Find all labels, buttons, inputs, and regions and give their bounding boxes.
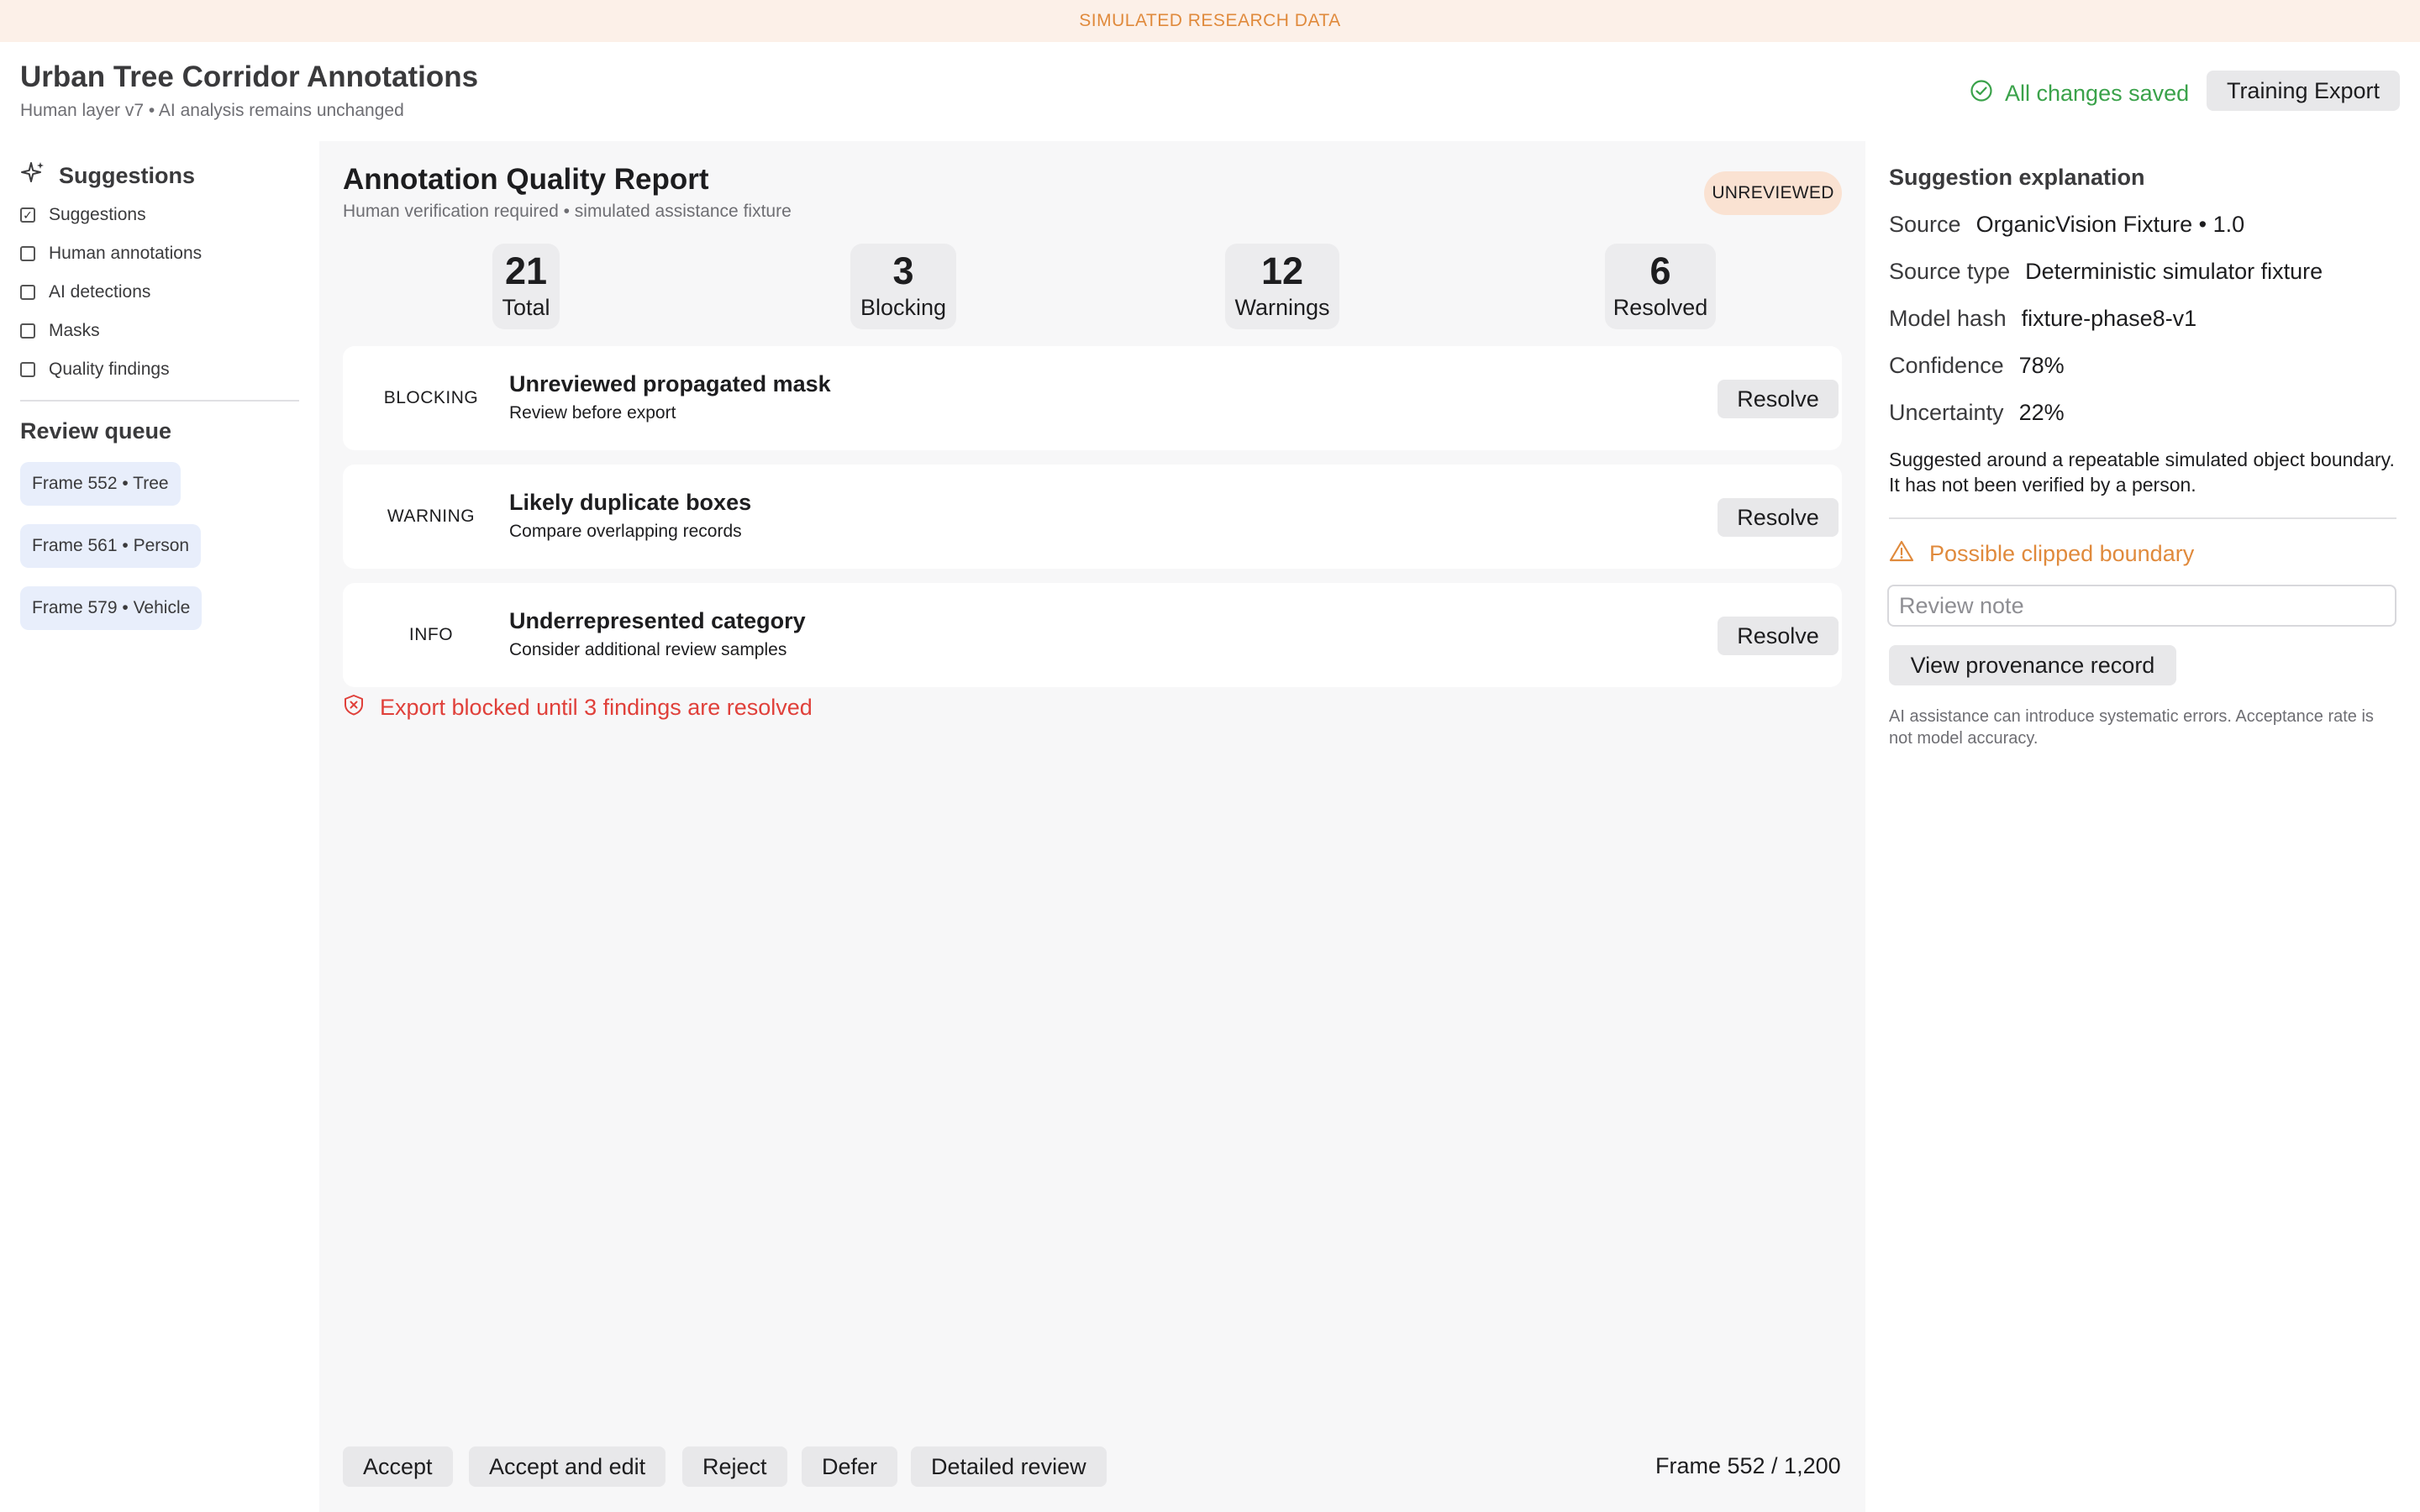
queue-item-frame-561[interactable]: Frame 561 • Person [20,524,202,568]
finding-detail: Review before export [509,403,676,423]
panel-divider [1889,517,2396,519]
layer-label: Masks [49,321,100,340]
stat-value: 12 [1260,249,1304,292]
meta-key: Model hash [1889,306,2007,331]
finding-detail: Compare overlapping records [509,522,742,541]
export-blocked-message: Export blocked until 3 findings are reso… [343,694,813,722]
stat-resolved: 6 Resolved [1605,244,1716,329]
checkbox-icon[interactable] [20,285,35,300]
layer-label: Human annotations [49,244,203,263]
accept-button[interactable]: Accept [343,1446,453,1487]
report-subtitle: Human verification required • simulated … [343,202,792,221]
warning-triangle-icon [1889,539,1914,569]
queue-item-frame-552[interactable]: Frame 552 • Tree [20,462,181,506]
layer-toggle-masks[interactable]: Masks [20,321,100,341]
stat-label: Blocking [860,295,947,320]
report-title: Annotation Quality Report [343,163,709,196]
meta-key: Uncertainty [1889,400,2004,425]
finding-card: WARNING Likely duplicate boxes Compare o… [343,465,1842,569]
layer-label: Quality findings [49,360,170,379]
layer-toggle-ai-detections[interactable]: AI detections [20,282,150,302]
app-title: Urban Tree Corridor Annotations [20,60,479,93]
stat-label: Resolved [1612,295,1708,320]
meta-row-source-type: Source type Deterministic simulator fixt… [1889,259,2323,285]
finding-title: Unreviewed propagated mask [509,371,831,396]
accept-and-edit-button[interactable]: Accept and edit [469,1446,666,1487]
layer-toggle-quality-findings[interactable]: Quality findings [20,360,170,380]
finding-title: Underrepresented category [509,608,806,633]
status-badge: UNREVIEWED [1704,171,1842,215]
export-blocked-text: Export blocked until 3 findings are reso… [380,695,813,720]
meta-row-confidence: Confidence 78% [1889,353,2065,379]
checkbox-icon[interactable] [20,323,35,339]
stat-value: 6 [1649,249,1671,292]
severity-label: INFO [408,625,454,644]
sidebar-title: Suggestions [20,160,195,192]
suggestion-explanation-panel: Suggestion explanation Source OrganicVis… [1865,141,2420,1512]
resolve-button[interactable]: Resolve [1718,617,1839,655]
defer-button[interactable]: Defer [802,1446,898,1487]
shield-x-icon [343,694,365,722]
meta-value: 78% [2018,353,2065,378]
finding-detail: Consider additional review samples [509,640,787,659]
meta-value: OrganicVision Fixture • 1.0 [1975,212,2245,237]
simulated-data-banner: SIMULATED RESEARCH DATA [0,0,2420,42]
checkbox-icon[interactable] [20,362,35,377]
app-header: Urban Tree Corridor Annotations Human la… [0,42,2420,141]
layer-toggle-suggestions[interactable]: ✓ Suggestions [20,205,146,225]
stat-blocking: 3 Blocking [850,244,956,329]
meta-key: Source type [1889,259,2011,284]
meta-row-source: Source OrganicVision Fixture • 1.0 [1889,212,2244,238]
stat-label: Warnings [1234,295,1330,320]
stat-total: 21 Total [492,244,560,329]
warning-text: Possible clipped boundary [1929,541,2195,566]
frame-counter: Frame 552 / 1,200 [1655,1453,1841,1478]
layers-sidebar: Suggestions ✓ Suggestions Human annotati… [0,141,319,1512]
meta-row-model-hash: Model hash fixture-phase8-v1 [1889,306,2196,332]
meta-value: fixture-phase8-v1 [2021,306,2197,331]
finding-card: INFO Underrepresented category Consider … [343,583,1842,687]
meta-value: 22% [2018,400,2065,425]
meta-key: Confidence [1889,353,2004,378]
app-subtitle: Human layer v7 • AI analysis remains unc… [20,101,404,120]
sidebar-title-text: Suggestions [59,163,196,188]
finding-card: BLOCKING Unreviewed propagated mask Revi… [343,346,1842,450]
stat-warnings: 12 Warnings [1225,244,1339,329]
review-note-input[interactable] [1887,585,2396,627]
training-export-button[interactable]: Training Export [2207,71,2400,111]
reject-button[interactable]: Reject [682,1446,787,1487]
save-status: All changes saved [1970,79,2189,108]
save-status-text: All changes saved [2005,81,2190,106]
severity-label: WARNING [387,507,476,526]
meta-row-uncertainty: Uncertainty 22% [1889,400,2065,426]
severity-label: BLOCKING [383,388,479,407]
clipped-boundary-warning: Possible clipped boundary [1889,539,2194,569]
review-queue-title: Review queue [20,418,172,444]
check-circle-icon [1970,79,1993,108]
quality-report-main: Annotation Quality Report Human verifica… [319,141,1865,1512]
stat-value: 21 [504,249,548,292]
layer-label: AI detections [49,282,151,302]
detailed-review-button[interactable]: Detailed review [911,1446,1107,1487]
layer-toggle-human-annotations[interactable]: Human annotations [20,244,202,264]
meta-key: Source [1889,212,1961,237]
checkbox-checked-icon[interactable]: ✓ [20,207,35,223]
stat-label: Total [502,295,550,320]
view-provenance-button[interactable]: View provenance record [1889,645,2176,685]
sparkles-icon [20,160,47,192]
sidebar-divider [20,400,299,402]
resolve-button[interactable]: Resolve [1718,498,1839,537]
resolve-button[interactable]: Resolve [1718,380,1839,418]
layer-label: Suggestions [49,205,146,224]
stat-value: 3 [892,249,914,292]
suggestion-description: Suggested around a repeatable simulated … [1889,449,2395,496]
panel-title: Suggestion explanation [1889,165,2145,190]
meta-value: Deterministic simulator fixture [2025,259,2323,284]
queue-item-frame-579[interactable]: Frame 579 • Vehicle [20,586,203,630]
finding-title: Likely duplicate boxes [509,490,752,515]
checkbox-icon[interactable] [20,246,35,261]
ai-assistance-disclaimer: AI assistance can introduce systematic e… [1889,707,2374,748]
